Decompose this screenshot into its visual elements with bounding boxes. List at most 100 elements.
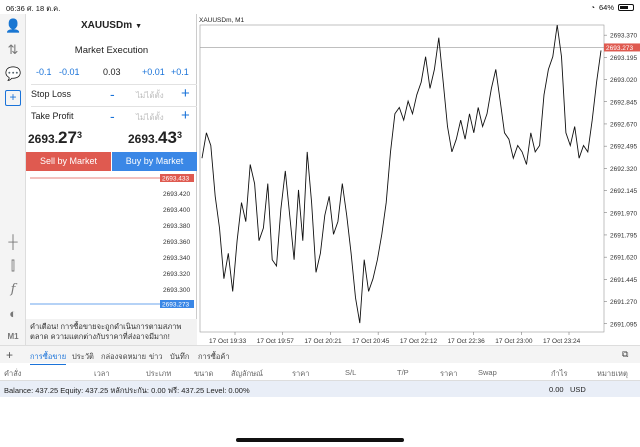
y-tick-label: 2692.320 (610, 166, 637, 173)
balance-summary: Balance: 437.25 Equity: 437.25 หลักประกั… (4, 386, 250, 395)
tab-mailbox[interactable]: กล่องจดหมาย (101, 351, 146, 363)
execution-type[interactable]: Market Execution (26, 45, 197, 56)
buy-by-market-button[interactable]: Buy by Market (112, 152, 197, 171)
trade-icon[interactable]: ⇅ (5, 42, 21, 58)
mini-axis-tick: 2693.380 (163, 223, 190, 230)
plot-frame (199, 24, 605, 333)
col-symbol[interactable]: สัญลักษณ์ (231, 368, 263, 380)
candles-icon[interactable]: ⫿ (5, 258, 21, 274)
volume-row: -0.1 -0.01 0.03 +0.01 +0.1 (26, 67, 197, 81)
current-price-label: 2693.273 (606, 45, 633, 52)
timeframe-button[interactable]: M1 (5, 329, 21, 345)
stop-loss-label: Stop Loss (31, 89, 72, 99)
symbol-label: XAUUSDm (80, 20, 133, 31)
col-type[interactable]: ประเภท (146, 368, 171, 380)
chat-icon[interactable]: 💬 (5, 66, 21, 82)
new-order-icon[interactable]: + (5, 90, 21, 106)
take-profit-input[interactable]: ไม่ได้ตั้ง (136, 111, 164, 124)
col-price-current[interactable]: ราคา (440, 368, 457, 380)
y-tick-label: 2692.145 (610, 188, 637, 195)
y-tick-label: 2691.095 (610, 321, 637, 328)
mini-axis-tick: 2693.300 (163, 287, 190, 294)
mini-axis-tick: 2693.360 (163, 239, 190, 246)
col-sl[interactable]: S/L (345, 368, 356, 377)
mini-axis-tick: 2693.320 (163, 271, 190, 278)
stop-loss-minus-button[interactable]: - (110, 86, 115, 102)
mini-axis-tick: 2693.420 (163, 191, 190, 198)
tab-history[interactable]: ประวัติ (72, 351, 94, 363)
x-tick-label: 17 Oct 20:21 (304, 338, 342, 345)
take-profit-row: Take Profit - ไม่ได้ตั้ง + (26, 107, 197, 127)
volume-plus-0-1-button[interactable]: +0.1 (171, 67, 189, 77)
x-tick-label: 17 Oct 22:12 (400, 338, 438, 345)
col-price[interactable]: ราคา (292, 368, 309, 380)
tick-chart: 2693.420 2693.400 2693.380 2693.360 2693.340… (30, 174, 194, 310)
stop-loss-row: Stop Loss - ไม่ได้ตั้ง + (26, 85, 197, 105)
price-series-line (201, 24, 602, 324)
layout-icon[interactable]: ⧉ (622, 349, 628, 360)
add-icon[interactable]: + (6, 348, 13, 362)
price-chart[interactable]: XAUUSDm, M1 2693.370 2693.195 2693.020 2692… (197, 14, 640, 345)
y-tick-label: 2692.495 (610, 144, 637, 151)
function-icon[interactable]: f (5, 282, 21, 298)
col-time[interactable]: เวลา (94, 368, 110, 380)
x-tick-label: 17 Oct 19:57 (257, 338, 295, 345)
x-tick-label: 17 Oct 20:45 (352, 338, 390, 345)
crosshair-icon[interactable]: ┼ (5, 234, 21, 250)
y-tick-label: 2691.970 (610, 210, 637, 217)
stop-loss-input[interactable]: ไม่ได้ตั้ง (136, 89, 164, 102)
stop-loss-plus-button[interactable]: + (181, 85, 190, 102)
y-tick-label: 2692.845 (610, 99, 637, 106)
ask-price-tag-label: 2693.433 (162, 176, 189, 183)
y-tick-label: 2693.020 (610, 77, 637, 84)
tab-trades[interactable]: การซื้อค้า (198, 351, 230, 363)
symbol-selector[interactable]: XAUUSDm ▼ (26, 20, 197, 31)
bid-price: 2693.273 (28, 128, 82, 147)
home-indicator[interactable] (236, 438, 404, 442)
mini-axis-tick: 2693.340 (163, 255, 190, 262)
x-tick-label: 17 Oct 23:24 (543, 338, 581, 345)
total-profit: 0.00 (549, 385, 564, 394)
volume-plus-0-01-button[interactable]: +0.01 (142, 67, 165, 77)
sell-by-market-button[interactable]: Sell by Market (26, 152, 111, 171)
volume-minus-0-1-button[interactable]: -0.1 (36, 67, 52, 77)
order-panel: XAUUSDm ▼ Market Execution -0.1 -0.01 0.0… (26, 14, 197, 345)
left-toolbar: 👤 ⇅ 💬 + ┼ ⫿ f ◐ M1 (0, 14, 26, 345)
col-profit[interactable]: กำไร (551, 368, 568, 380)
objects-icon[interactable]: ◐ (5, 306, 21, 322)
status-bar: 06:36 ศ. 18 ต.ค. ◔ 64% (0, 0, 640, 14)
terminal-tabs: + การซื้อขาย ประวัติ กล่องจดหมาย ข่าว บั… (0, 345, 640, 365)
y-tick-label: 2691.445 (610, 277, 637, 284)
x-tick-label: 17 Oct 23:00 (495, 338, 533, 345)
y-tick-label: 2693.370 (610, 33, 637, 40)
tab-journal[interactable]: บันทึก (170, 351, 189, 363)
currency: USD (570, 385, 586, 394)
balance-row: Balance: 437.25 Equity: 437.25 หลักประกั… (0, 381, 640, 397)
col-order[interactable]: คำสั่ง (4, 368, 21, 380)
user-icon[interactable]: 👤 (5, 18, 21, 34)
take-profit-label: Take Profit (31, 111, 74, 121)
mini-axis-tick: 2693.400 (163, 207, 190, 214)
col-comment[interactable]: หมายเหตุ (597, 368, 628, 380)
x-tick-label: 17 Oct 22:36 (448, 338, 486, 345)
col-size[interactable]: ขนาด (194, 368, 213, 380)
x-tick-label: 17 Oct 19:33 (209, 338, 247, 345)
col-tp[interactable]: T/P (397, 368, 409, 377)
wifi-icon: ◔ (590, 3, 595, 12)
take-profit-plus-button[interactable]: + (181, 107, 190, 124)
battery-percent: 64% (598, 3, 614, 12)
chart-title: XAUUSDm, M1 (199, 17, 245, 24)
y-tick-label: 2691.795 (610, 232, 637, 239)
bid-price-tag-label: 2693.273 (162, 302, 189, 309)
take-profit-minus-button[interactable]: - (110, 108, 115, 124)
caret-down-icon: ▼ (135, 23, 143, 30)
market-warning: คำเตือน! การซื้อขายจะถูกดำเนินการตามสภาพ… (26, 319, 197, 345)
y-tick-label: 2691.270 (610, 299, 637, 306)
tab-news[interactable]: ข่าว (149, 351, 163, 363)
status-right: ◔ 64% (590, 3, 634, 12)
col-swap[interactable]: Swap (478, 368, 497, 377)
ask-price: 2693.433 (128, 128, 182, 147)
volume-value[interactable]: 0.03 (103, 67, 121, 77)
volume-minus-0-01-button[interactable]: -0.01 (59, 67, 80, 77)
y-tick-label: 2692.670 (610, 121, 637, 128)
